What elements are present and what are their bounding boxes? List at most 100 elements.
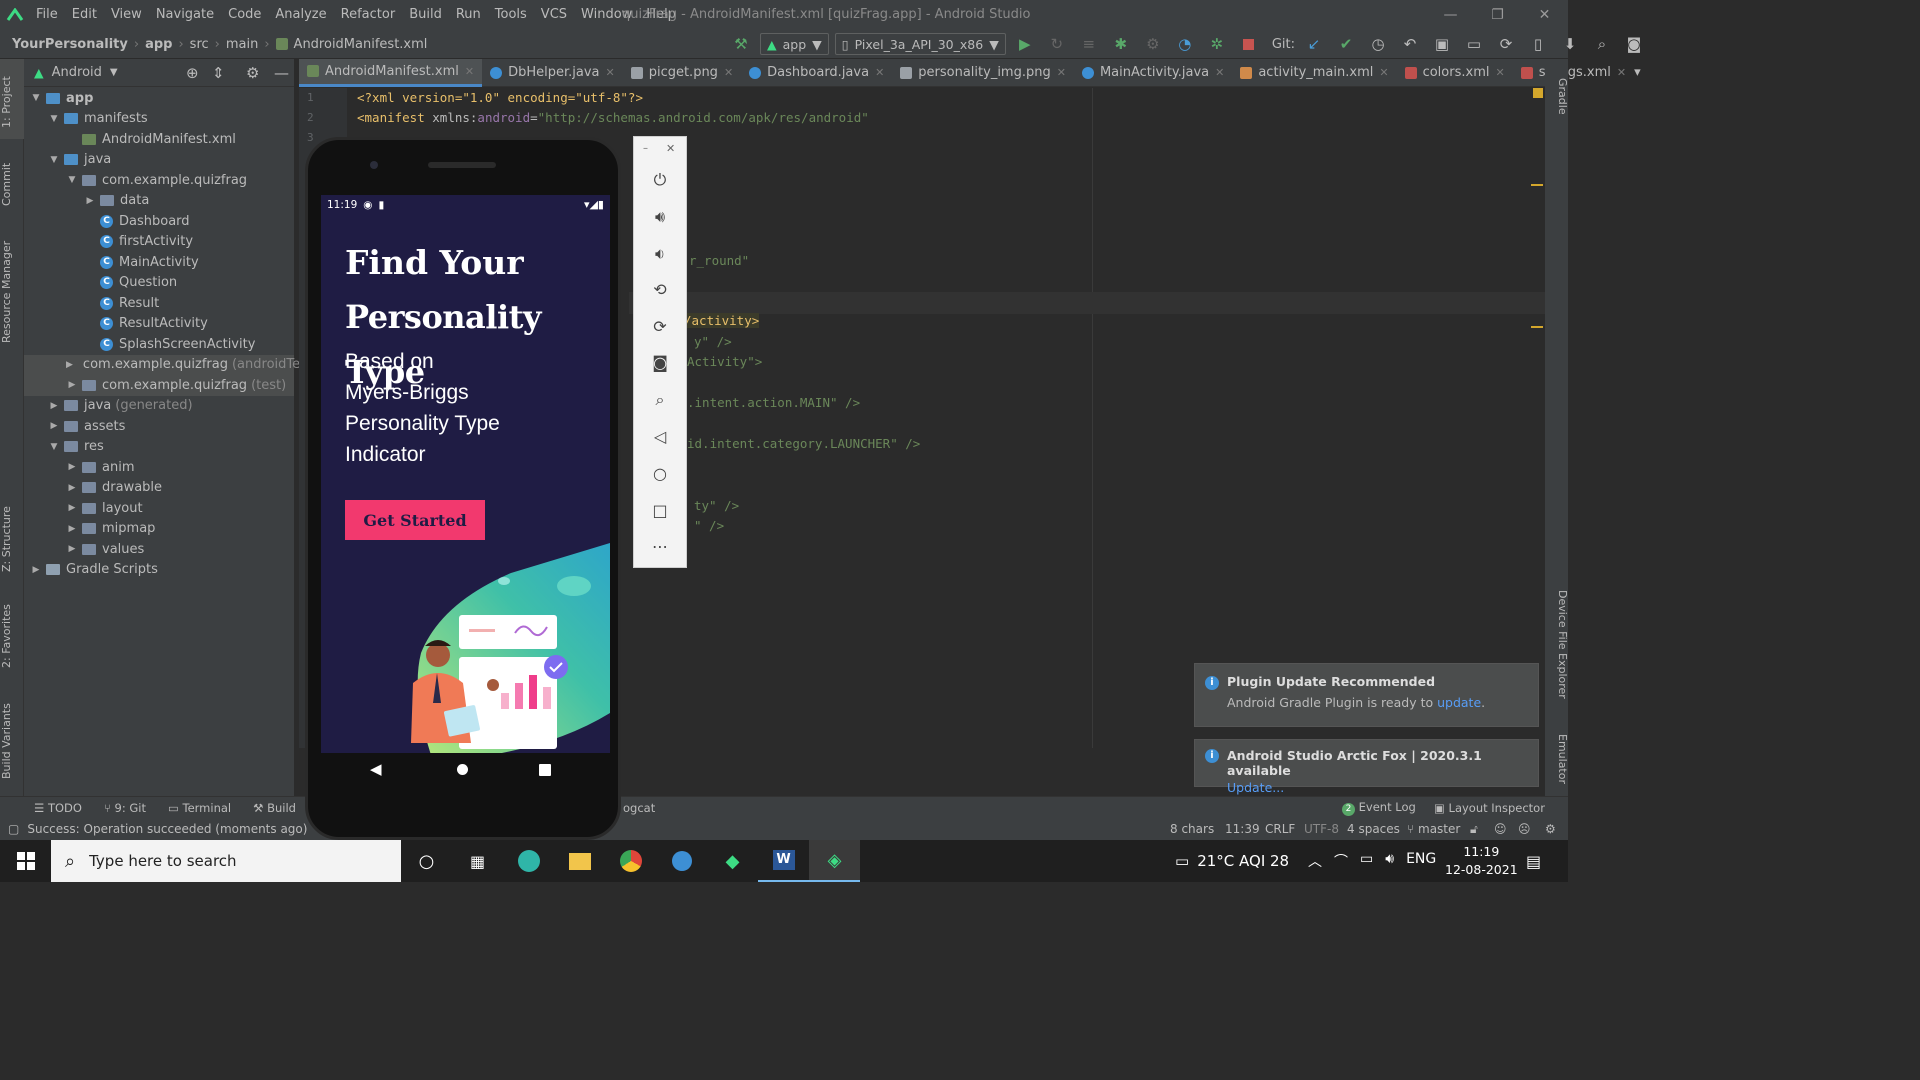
- volume-down-icon[interactable]: 🔉︎: [634, 244, 686, 264]
- avd-manager-icon[interactable]: ▭: [1461, 31, 1487, 57]
- editor-tab[interactable]: strings.xml ✕: [1513, 59, 1634, 87]
- line-separator[interactable]: CRLF: [1265, 822, 1295, 836]
- tree-item[interactable]: ▼ res: [24, 437, 294, 458]
- tool-tab-commit[interactable]: Commit: [0, 154, 24, 214]
- menu-view[interactable]: View: [105, 0, 148, 30]
- weather-widget[interactable]: ▭ 21°C AQI 28: [1175, 852, 1289, 870]
- close-tab-icon[interactable]: ✕: [1617, 66, 1626, 79]
- expand-arrow-icon[interactable]: ▼: [48, 442, 60, 452]
- git-commit-icon[interactable]: ✔: [1333, 31, 1359, 57]
- locate-icon[interactable]: ⊕: [186, 64, 199, 82]
- update-link[interactable]: update: [1437, 695, 1481, 710]
- volume-up-icon[interactable]: 🔊︎: [634, 207, 686, 227]
- user-icon[interactable]: ◙: [1621, 31, 1647, 57]
- breadcrumb-src[interactable]: src: [190, 37, 209, 52]
- chevron-down-icon[interactable]: ▼: [110, 67, 118, 78]
- close-tab-icon[interactable]: ✕: [875, 66, 884, 79]
- emulator-minimize-icon[interactable]: –: [643, 143, 648, 154]
- tree-item[interactable]: C SplashScreenActivity: [24, 334, 294, 355]
- tool-tab-device-file-explorer[interactable]: Device File Explorer: [1545, 584, 1569, 704]
- language-indicator[interactable]: ENG: [1406, 851, 1436, 871]
- update-link[interactable]: Update...: [1227, 780, 1526, 795]
- editor-tab[interactable]: picget.png ✕: [623, 59, 741, 87]
- tool-tab-favorites[interactable]: 2: Favorites: [0, 599, 24, 674]
- build-tab[interactable]: ⚒ Build: [253, 801, 296, 815]
- tree-item[interactable]: ▶ values: [24, 539, 294, 560]
- tool-tab-structure[interactable]: Z: Structure: [0, 499, 24, 579]
- tree-item[interactable]: AndroidManifest.xml: [24, 129, 294, 150]
- tree-item[interactable]: ▶ Gradle Scripts: [24, 560, 294, 581]
- expand-arrow-icon[interactable]: ▼: [48, 114, 60, 124]
- tree-item[interactable]: ▶ data: [24, 191, 294, 212]
- edge-icon[interactable]: [503, 840, 554, 882]
- tree-item[interactable]: ▶ layout: [24, 498, 294, 519]
- breadcrumb-main[interactable]: main: [226, 37, 258, 52]
- close-tab-icon[interactable]: ✕: [1215, 66, 1224, 79]
- rotate-left-icon[interactable]: ⟲: [634, 280, 686, 299]
- file-encoding[interactable]: UTF-8: [1304, 822, 1339, 836]
- close-tab-icon[interactable]: ✕: [1057, 66, 1066, 79]
- home-icon[interactable]: ○: [634, 464, 686, 483]
- menu-file[interactable]: File: [30, 0, 64, 30]
- stop-icon[interactable]: [1236, 31, 1262, 57]
- tool-tab-gradle[interactable]: Gradle: [1545, 69, 1569, 124]
- zoom-icon[interactable]: ⌕: [634, 390, 686, 410]
- close-tab-icon[interactable]: ✕: [1379, 66, 1388, 79]
- maximize-button[interactable]: ❐: [1474, 0, 1521, 30]
- profile-icon[interactable]: ◔: [1172, 31, 1198, 57]
- expand-arrow-icon[interactable]: ▼: [30, 93, 42, 103]
- app-icon-blue[interactable]: [656, 840, 707, 882]
- attach-icon[interactable]: ✲: [1204, 31, 1230, 57]
- editor-tab[interactable]: personality_img.png ✕: [892, 59, 1074, 87]
- menu-edit[interactable]: Edit: [66, 0, 103, 30]
- tree-item[interactable]: C Dashboard: [24, 211, 294, 232]
- menu-vcs[interactable]: VCS: [535, 0, 573, 30]
- collapse-arrow-icon[interactable]: ▶: [84, 196, 96, 206]
- close-button[interactable]: ✕: [1521, 0, 1568, 30]
- project-structure-icon[interactable]: ▣: [1429, 31, 1455, 57]
- apply-changes-icon[interactable]: ≡: [1076, 31, 1102, 57]
- collapse-arrow-icon[interactable]: ▶: [66, 360, 73, 370]
- tool-tab-emulator[interactable]: Emulator: [1545, 724, 1569, 794]
- editor-tab[interactable]: MainActivity.java ✕: [1074, 59, 1232, 87]
- more-icon[interactable]: ⋯: [634, 537, 686, 556]
- file-explorer-icon[interactable]: [554, 840, 605, 882]
- cortana-icon[interactable]: ○: [401, 840, 452, 882]
- tree-item[interactable]: ▼ java: [24, 150, 294, 171]
- minimize-button[interactable]: —: [1427, 0, 1474, 30]
- task-view-icon[interactable]: ▦: [452, 840, 503, 882]
- collapse-arrow-icon[interactable]: ▶: [66, 503, 78, 513]
- collapse-arrow-icon[interactable]: ▶: [66, 483, 78, 493]
- tree-item[interactable]: ▶ assets: [24, 416, 294, 437]
- menu-build[interactable]: Build: [403, 0, 448, 30]
- terminal-tab[interactable]: ▭ Terminal: [168, 801, 231, 815]
- git-rollback-icon[interactable]: ↶: [1397, 31, 1423, 57]
- collapse-arrow-icon[interactable]: ▶: [66, 524, 78, 534]
- frown-icon[interactable]: ☹: [1518, 822, 1531, 836]
- logcat-tab[interactable]: ogcat: [623, 801, 655, 815]
- close-tab-icon[interactable]: ✕: [724, 66, 733, 79]
- power-icon[interactable]: ⏻: [634, 170, 686, 190]
- get-started-button[interactable]: Get Started: [345, 500, 485, 540]
- word-icon[interactable]: W: [758, 840, 809, 882]
- collapse-arrow-icon[interactable]: ▶: [66, 544, 78, 554]
- network-icon[interactable]: ⌒: [1334, 851, 1348, 871]
- indent-setting[interactable]: 4 spaces: [1347, 822, 1400, 836]
- run-config-select[interactable]: ▲ app ▼: [760, 33, 829, 55]
- tree-item[interactable]: ▶ java (generated): [24, 396, 294, 417]
- chrome-icon[interactable]: [605, 840, 656, 882]
- project-view-select[interactable]: Android: [52, 65, 102, 80]
- mongodb-icon[interactable]: ◆: [707, 840, 758, 882]
- taskbar-search-box[interactable]: ⌕ Type here to search: [51, 840, 401, 882]
- tree-item[interactable]: C MainActivity: [24, 252, 294, 273]
- back-icon[interactable]: ◁: [634, 427, 686, 446]
- android-back-button[interactable]: ◀: [370, 760, 382, 778]
- hammer-build-icon[interactable]: ⚒: [728, 31, 754, 57]
- sync-gradle-icon[interactable]: ⟳: [1493, 31, 1519, 57]
- expand-arrow-icon[interactable]: ▼: [48, 155, 60, 165]
- editor-tab[interactable]: AndroidManifest.xml ✕: [299, 58, 483, 87]
- tree-item[interactable]: CfirstActivity: [24, 232, 294, 253]
- phone-screen[interactable]: 11:19 ◉ ▮ ▾◢▮ Find Your Personality Type…: [321, 195, 610, 753]
- close-tab-icon[interactable]: ✕: [605, 66, 614, 79]
- emulator-close-icon[interactable]: ✕: [666, 142, 675, 155]
